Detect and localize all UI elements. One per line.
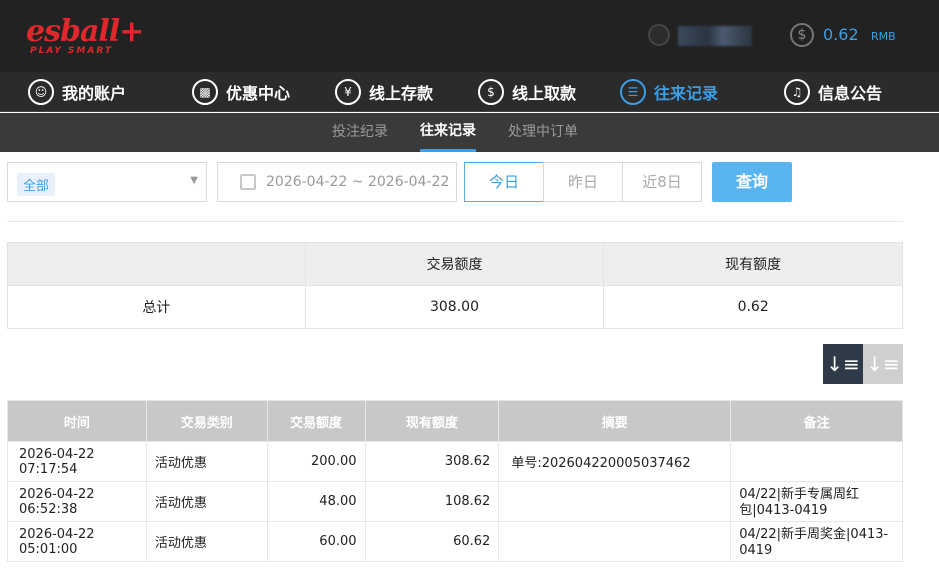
column-header: 交易类别	[145, 400, 268, 442]
nav-label: 线上存款	[369, 84, 434, 103]
user-account[interactable]	[648, 22, 756, 50]
today-button[interactable]: 今日	[464, 162, 544, 202]
gift-icon: ▩	[192, 79, 218, 105]
logo-tagline: PLAY SMART	[30, 46, 113, 56]
column-header: 摘要	[498, 400, 732, 442]
esball-logo[interactable]: esball+ PLAY SMART	[26, 12, 144, 58]
nav-my-account[interactable]: ☺ 我的账户	[28, 72, 126, 112]
time-cell: 2026-04-22 05:01:00	[7, 521, 147, 562]
calendar-icon	[240, 174, 256, 190]
type-select-value: 全部	[17, 173, 56, 196]
summary-table: 交易额度 现有额度 总计 308.00 0.62	[7, 242, 903, 329]
nav-label: 往来记录	[654, 84, 719, 103]
balance-amount: 0.62	[823, 25, 859, 44]
username-redacted	[678, 26, 752, 46]
nav-deposit[interactable]: ¥ 线上存款	[335, 72, 433, 112]
query-button[interactable]: 查询	[712, 162, 792, 202]
summary-header-cell: 现有额度	[603, 242, 903, 286]
record-icon: ☰	[620, 79, 646, 105]
balance-cell: 60.62	[364, 521, 500, 562]
main-nav: ☺ 我的账户 ▩ 优惠中心 ¥ 线上存款 $ 线上取款 ☰ 往来记录 ♫ 信息公…	[0, 72, 939, 112]
note-cell	[730, 441, 903, 482]
nav-records[interactable]: ☰ 往来记录	[620, 72, 718, 112]
summary-cell	[498, 481, 732, 522]
last-8-days-button[interactable]: 近8日	[622, 162, 702, 202]
table-row: 2026-04-22 06:52:38 活动优惠 48.00 108.62 04…	[7, 481, 903, 522]
type-select[interactable]: 全部 ▼	[7, 162, 207, 202]
column-header: 交易额度	[266, 400, 366, 442]
bell-icon: ♫	[784, 79, 810, 105]
yesterday-button[interactable]: 昨日	[543, 162, 623, 202]
tab-transaction-records[interactable]: 往来记录	[420, 113, 476, 152]
date-range-picker[interactable]: 2026-04-22 ~ 2026-04-22	[217, 162, 457, 202]
tab-bet-records[interactable]: 投注纪录	[332, 113, 388, 152]
summary-header-cell	[7, 242, 306, 286]
nav-label: 我的账户	[62, 84, 127, 103]
sort-descending-icon[interactable]: ↓≡	[823, 344, 863, 384]
summary-header-row: 交易额度 现有额度	[7, 242, 903, 286]
type-cell: 活动优惠	[145, 441, 268, 482]
nav-label: 信息公告	[818, 84, 883, 103]
amount-cell: 48.00	[266, 481, 366, 522]
amount-cell: 200.00	[266, 441, 366, 482]
user-icon: ☺	[28, 79, 54, 105]
divider	[7, 221, 903, 222]
user-avatar-icon	[648, 24, 670, 46]
summary-cell: 0.62	[603, 285, 903, 329]
summary-cell	[498, 521, 732, 562]
balance-cell: 308.62	[364, 441, 500, 482]
dollar-coin-icon: $	[790, 23, 814, 47]
balance-unit: RMB	[871, 30, 896, 43]
top-bar: esball+ PLAY SMART $ 0.62 RMB	[0, 0, 939, 72]
table-row: 2026-04-22 07:17:54 活动优惠 200.00 308.62 单…	[7, 441, 903, 482]
deposit-icon: ¥	[335, 79, 361, 105]
tab-pending-orders[interactable]: 处理中订单	[508, 113, 578, 152]
note-cell: 04/22|新手专属周红包|0413-0419	[730, 481, 903, 522]
nav-label: 线上取款	[512, 84, 577, 103]
nav-announcements[interactable]: ♫ 信息公告	[784, 72, 882, 112]
nav-promotions[interactable]: ▩ 优惠中心	[192, 72, 290, 112]
withdraw-icon: $	[478, 79, 504, 105]
table-header-row: 时间 交易类别 交易额度 现有额度 摘要 备注	[7, 400, 903, 442]
summary-cell: 单号:202604220005037462	[498, 441, 732, 482]
chevron-down-icon: ▼	[190, 175, 198, 186]
nav-withdraw[interactable]: $ 线上取款	[478, 72, 576, 112]
amount-cell: 60.00	[266, 521, 366, 562]
column-header: 现有额度	[364, 400, 500, 442]
time-cell: 2026-04-22 06:52:38	[7, 481, 147, 522]
type-cell: 活动优惠	[145, 521, 268, 562]
summary-cell: 总计	[7, 285, 306, 329]
summary-cell: 308.00	[304, 285, 605, 329]
column-header: 时间	[7, 400, 147, 442]
nav-label: 优惠中心	[226, 84, 291, 103]
sub-nav: 投注纪录 往来记录 处理中订单	[0, 113, 939, 152]
time-cell: 2026-04-22 07:17:54	[7, 441, 147, 482]
sort-controls: ↓≡ ↓≡	[823, 344, 903, 384]
transactions-table: 时间 交易类别 交易额度 现有额度 摘要 备注 2026-04-22 07:17…	[7, 400, 903, 562]
date-range-value: 2026-04-22 ~ 2026-04-22	[266, 174, 450, 190]
column-header: 备注	[730, 400, 903, 442]
table-row: 2026-04-22 05:01:00 活动优惠 60.00 60.62 04/…	[7, 521, 903, 562]
summary-header-cell: 交易额度	[304, 242, 605, 286]
sort-ascending-icon[interactable]: ↓≡	[863, 344, 903, 384]
summary-total-row: 总计 308.00 0.62	[7, 285, 903, 329]
balance-cell: 108.62	[364, 481, 500, 522]
type-cell: 活动优惠	[145, 481, 268, 522]
logo-text: esball+	[26, 14, 144, 49]
note-cell: 04/22|新手周奖金|0413-0419	[730, 521, 903, 562]
